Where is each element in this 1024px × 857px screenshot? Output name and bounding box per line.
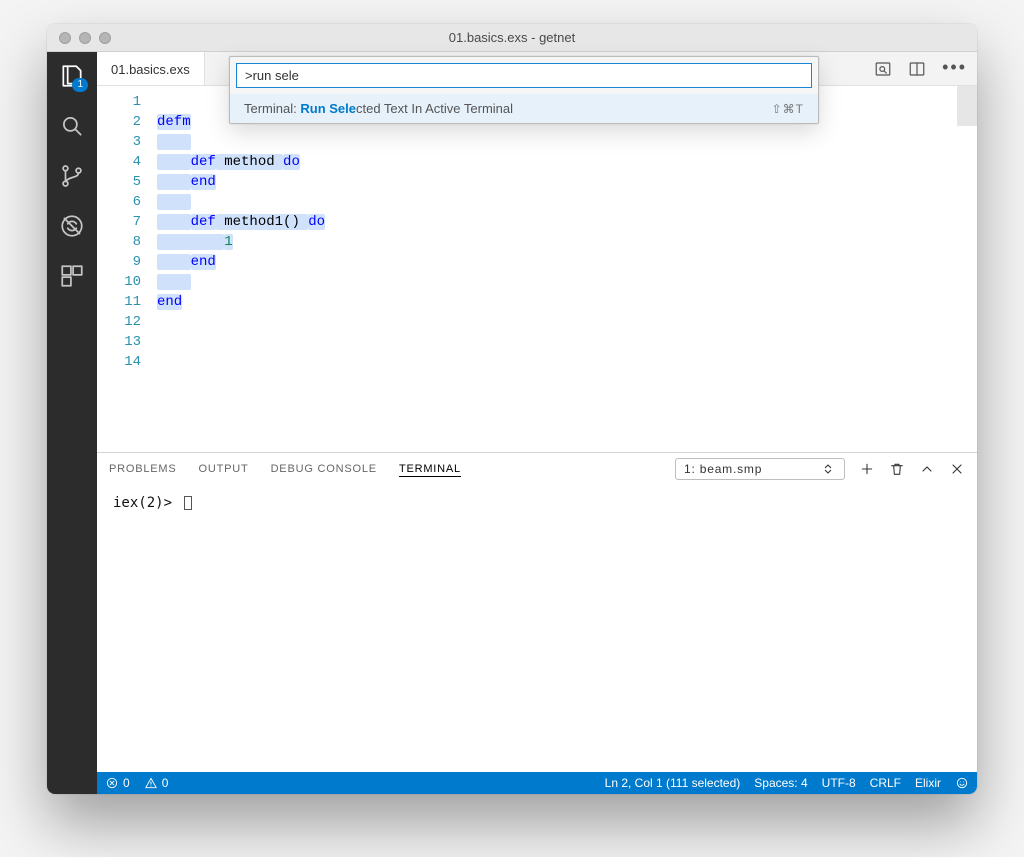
terminal-selector[interactable]: 1: beam.smp (675, 458, 845, 480)
code-line[interactable]: end (157, 252, 977, 272)
code-line[interactable] (157, 312, 977, 332)
warning-icon (144, 776, 158, 790)
terminal-selector-label: 1: beam.smp (684, 462, 762, 476)
editor-column: 01.basics.exs ••• Terminal: Run (97, 52, 977, 794)
code-line[interactable] (157, 352, 977, 372)
tabs: 01.basics.exs (97, 52, 205, 85)
code-line[interactable] (157, 132, 977, 152)
terminal-cursor (184, 496, 192, 510)
line-number: 12 (103, 312, 141, 332)
search-icon (59, 113, 85, 139)
extensions-icon (59, 263, 85, 289)
code-line[interactable] (157, 272, 977, 292)
command-palette-result-label: Terminal: Run Selected Text In Active Te… (244, 101, 513, 116)
status-spaces[interactable]: Spaces: 4 (754, 776, 807, 790)
command-palette-result[interactable]: Terminal: Run Selected Text In Active Te… (230, 94, 818, 123)
smiley-icon (955, 776, 969, 790)
titlebar: 01.basics.exs - getnet (47, 24, 977, 52)
minimap[interactable] (957, 86, 977, 126)
split-editor-icon[interactable] (908, 60, 926, 78)
kill-terminal-icon[interactable] (889, 461, 905, 477)
command-palette-result-shortcut: ⇧⌘T (772, 102, 804, 116)
line-number: 8 (103, 232, 141, 252)
bug-icon (59, 213, 85, 239)
explorer-badge: 1 (72, 78, 88, 92)
explorer-activity[interactable]: 1 (58, 62, 86, 90)
status-warnings[interactable]: 0 (144, 776, 169, 790)
code-line[interactable]: def method do (157, 152, 977, 172)
line-number: 11 (103, 292, 141, 312)
statusbar: 0 0 Ln 2, Col 1 (111 selected) Spaces: 4… (97, 772, 977, 794)
line-number: 9 (103, 252, 141, 272)
tab-file[interactable]: 01.basics.exs (97, 52, 205, 85)
git-branch-icon (59, 163, 85, 189)
line-number: 13 (103, 332, 141, 352)
code-line[interactable]: end (157, 172, 977, 192)
error-icon (105, 776, 119, 790)
activitybar: 1 (47, 52, 97, 794)
line-number: 3 (103, 132, 141, 152)
new-terminal-icon[interactable] (859, 461, 875, 477)
code-line[interactable] (157, 192, 977, 212)
window-title: 01.basics.exs - getnet (47, 30, 977, 45)
command-palette-input[interactable] (236, 63, 812, 88)
search-activity[interactable] (58, 112, 86, 140)
panel-tab-debug-console[interactable]: DEBUG CONSOLE (271, 463, 377, 475)
panel: PROBLEMS OUTPUT DEBUG CONSOLE TERMINAL 1… (97, 452, 977, 772)
panel-actions: 1: beam.smp (675, 458, 965, 480)
line-number: 1 (103, 92, 141, 112)
status-errors[interactable]: 0 (105, 776, 130, 790)
terminal-body[interactable]: iex(2)> (97, 485, 977, 772)
tab-label: 01.basics.exs (111, 62, 190, 77)
select-arrows-icon (820, 461, 836, 477)
search-in-file-icon[interactable] (874, 60, 892, 78)
scm-activity[interactable] (58, 162, 86, 190)
editor[interactable]: 1234567891011121314 defm def method do e… (97, 86, 977, 452)
code-area[interactable]: defm def method do end def method1() do … (153, 86, 977, 452)
line-number: 5 (103, 172, 141, 192)
code-line[interactable]: 1 (157, 232, 977, 252)
extensions-activity[interactable] (58, 262, 86, 290)
panel-tabs: PROBLEMS OUTPUT DEBUG CONSOLE TERMINAL 1… (97, 453, 977, 485)
more-actions-icon[interactable]: ••• (942, 58, 967, 80)
line-number: 14 (103, 352, 141, 372)
debug-activity[interactable] (58, 212, 86, 240)
code-line[interactable] (157, 332, 977, 352)
command-palette: Terminal: Run Selected Text In Active Te… (229, 56, 819, 124)
maximize-panel-icon[interactable] (919, 461, 935, 477)
panel-tab-terminal[interactable]: TERMINAL (399, 463, 461, 475)
line-number: 4 (103, 152, 141, 172)
code-line[interactable]: end (157, 292, 977, 312)
status-feedback[interactable] (955, 776, 969, 790)
status-language[interactable]: Elixir (915, 776, 941, 790)
line-number: 6 (103, 192, 141, 212)
close-panel-icon[interactable] (949, 461, 965, 477)
line-number-gutter: 1234567891011121314 (97, 86, 153, 452)
main-body: 1 (47, 52, 977, 794)
editor-actions: ••• (874, 52, 977, 85)
panel-tab-problems[interactable]: PROBLEMS (109, 463, 177, 475)
status-position[interactable]: Ln 2, Col 1 (111 selected) (605, 776, 741, 790)
line-number: 2 (103, 112, 141, 132)
app-window: 01.basics.exs - getnet 1 (47, 24, 977, 794)
status-eol[interactable]: CRLF (870, 776, 901, 790)
panel-tab-output[interactable]: OUTPUT (199, 463, 249, 475)
terminal-prompt: iex(2)> (113, 495, 180, 511)
line-number: 10 (103, 272, 141, 292)
status-encoding[interactable]: UTF-8 (822, 776, 856, 790)
code-line[interactable]: def method1() do (157, 212, 977, 232)
line-number: 7 (103, 212, 141, 232)
